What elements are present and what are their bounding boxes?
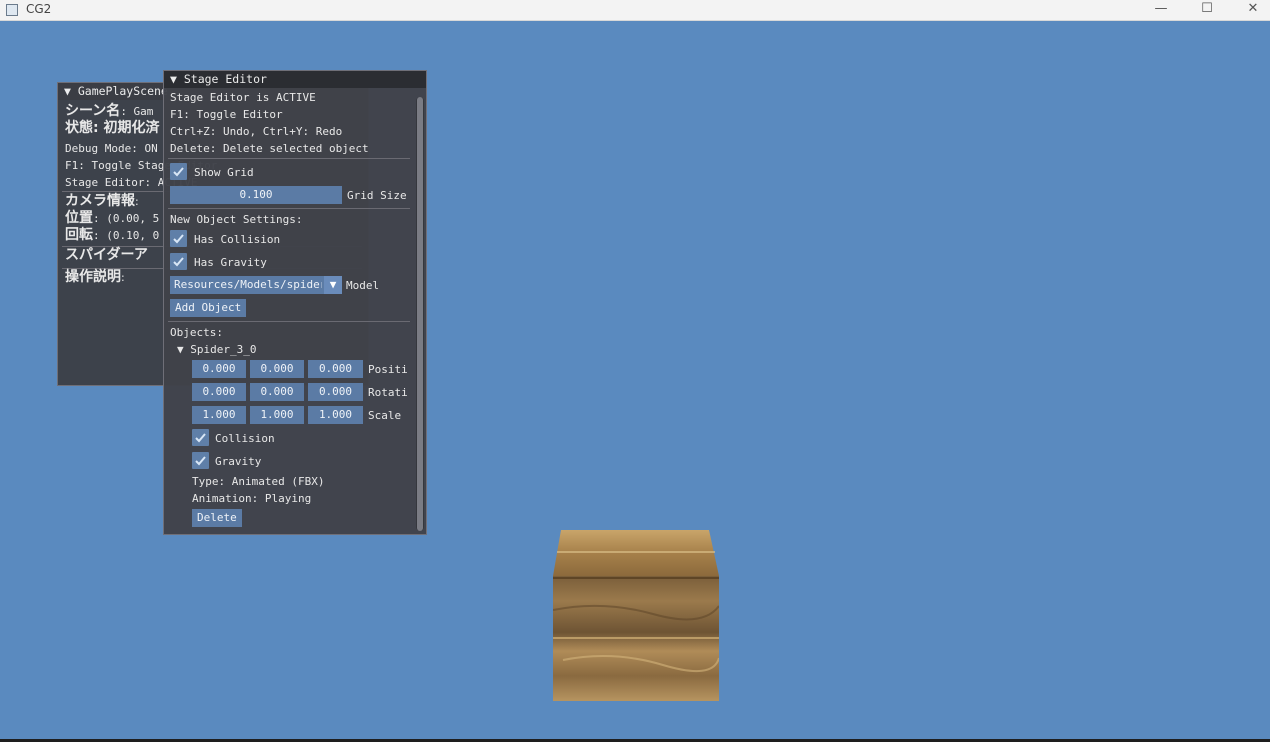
position-y-input[interactable]: 0.000 bbox=[250, 360, 304, 378]
has-collision-checkbox[interactable] bbox=[170, 230, 187, 247]
has-gravity-checkbox[interactable] bbox=[170, 253, 187, 270]
object-type-text: Type: Animated (FBX) bbox=[192, 475, 325, 488]
wooden-crate bbox=[553, 530, 719, 701]
position-label: Positi bbox=[368, 363, 408, 376]
controls-heading[interactable]: 操作説明: bbox=[65, 270, 125, 285]
position-z-input[interactable]: 0.000 bbox=[308, 360, 363, 378]
dropdown-arrow-icon[interactable]: ▼ bbox=[324, 276, 342, 294]
rotation-value: : (0.10, 0 bbox=[93, 229, 160, 242]
has-gravity-label: Has Gravity bbox=[194, 256, 267, 269]
maximize-button[interactable]: ☐ bbox=[1184, 0, 1230, 20]
model-label: Model bbox=[346, 279, 380, 292]
delete-object-button[interactable]: Delete bbox=[192, 509, 242, 527]
divider bbox=[168, 208, 410, 209]
camera-heading-text: カメラ情報 bbox=[65, 193, 135, 209]
stage-editor-window[interactable]: ▼ Stage Editor Stage Editor is ACTIVE F1… bbox=[163, 70, 427, 535]
check-icon bbox=[195, 433, 206, 443]
controls-heading-suffix: : bbox=[121, 271, 125, 284]
scale-label: Scale bbox=[368, 409, 402, 422]
rotation-label: 回転 bbox=[65, 227, 93, 243]
scene-name-row: シーン名: Gam bbox=[65, 104, 153, 119]
scale-y-input[interactable]: 1.000 bbox=[250, 406, 304, 424]
camera-heading: カメラ情報: bbox=[65, 194, 139, 209]
delete-hint: Delete: Delete selected object bbox=[170, 142, 369, 155]
check-icon bbox=[173, 167, 184, 177]
gravity-label: Gravity bbox=[215, 455, 262, 468]
check-icon bbox=[173, 257, 184, 267]
controls-heading-text: 操作説明 bbox=[65, 269, 121, 285]
undo-redo-hint: Ctrl+Z: Undo, Ctrl+Y: Redo bbox=[170, 125, 343, 138]
divider bbox=[168, 321, 410, 322]
debug-mode-text: Debug Mode: ON bbox=[65, 142, 158, 155]
rotation-label: Rotati bbox=[368, 386, 408, 399]
rotation-x-input[interactable]: 0.000 bbox=[192, 383, 246, 401]
stage-editor-scrollbar[interactable] bbox=[416, 97, 424, 531]
position-label: 位置 bbox=[65, 210, 93, 226]
rotation-y-input[interactable]: 0.000 bbox=[250, 383, 304, 401]
check-icon bbox=[173, 234, 184, 244]
scale-z-input[interactable]: 1.000 bbox=[308, 406, 363, 424]
collision-label: Collision bbox=[215, 432, 275, 445]
spider-heading[interactable]: スパイダーア bbox=[65, 248, 148, 263]
position-x-input[interactable]: 0.000 bbox=[192, 360, 246, 378]
grid-size-label: Grid Size bbox=[347, 189, 407, 202]
check-icon bbox=[195, 456, 206, 466]
rotation-z-input[interactable]: 0.000 bbox=[308, 383, 363, 401]
objects-heading: Objects: bbox=[170, 326, 223, 339]
show-grid-label: Show Grid bbox=[194, 166, 254, 179]
position-value: : (0.00, 5 bbox=[93, 212, 160, 225]
gravity-checkbox[interactable] bbox=[192, 452, 209, 469]
object-tree-node-spider[interactable]: ▼ Spider_3_0 bbox=[177, 342, 256, 357]
scene-name-label: シーン名 bbox=[65, 103, 121, 119]
show-grid-checkbox[interactable] bbox=[170, 163, 187, 180]
scene-name-value: : Gam bbox=[120, 105, 154, 118]
camera-position-row: 位置: (0.00, 5 bbox=[65, 211, 159, 226]
scale-x-input[interactable]: 1.000 bbox=[192, 406, 246, 424]
stage-editor-title[interactable]: ▼ Stage Editor bbox=[164, 71, 426, 88]
add-object-button[interactable]: Add Object bbox=[170, 299, 247, 317]
state-value: : 初期化済 bbox=[93, 120, 160, 136]
minimize-button[interactable]: — bbox=[1138, 0, 1184, 20]
has-collision-label: Has Collision bbox=[194, 233, 281, 246]
editor-status-text: Stage Editor is ACTIVE bbox=[170, 91, 316, 104]
camera-rotation-row: 回転: (0.10, 0 bbox=[65, 228, 159, 243]
new-object-heading: New Object Settings: bbox=[170, 213, 303, 226]
state-row: 状態: 初期化済 bbox=[65, 121, 159, 136]
camera-heading-suffix: : bbox=[135, 195, 139, 208]
app-title: CG2 bbox=[26, 2, 52, 16]
app-icon bbox=[6, 4, 18, 16]
state-label: 状態 bbox=[65, 120, 93, 136]
scrollbar-thumb[interactable] bbox=[417, 97, 423, 531]
app-title-bar: CG2 — ☐ ✕ bbox=[0, 0, 1270, 21]
model-select[interactable]: Resources/Models/spider ▼ bbox=[170, 276, 342, 294]
divider bbox=[168, 158, 410, 159]
close-button[interactable]: ✕ bbox=[1230, 0, 1270, 20]
animation-status-text: Animation: Playing bbox=[192, 492, 312, 505]
grid-size-input[interactable]: 0.100 bbox=[170, 186, 342, 204]
toggle-editor-hint: F1: Toggle Editor bbox=[170, 108, 283, 121]
collision-checkbox[interactable] bbox=[192, 429, 209, 446]
model-select-value: Resources/Models/spider bbox=[174, 278, 322, 291]
